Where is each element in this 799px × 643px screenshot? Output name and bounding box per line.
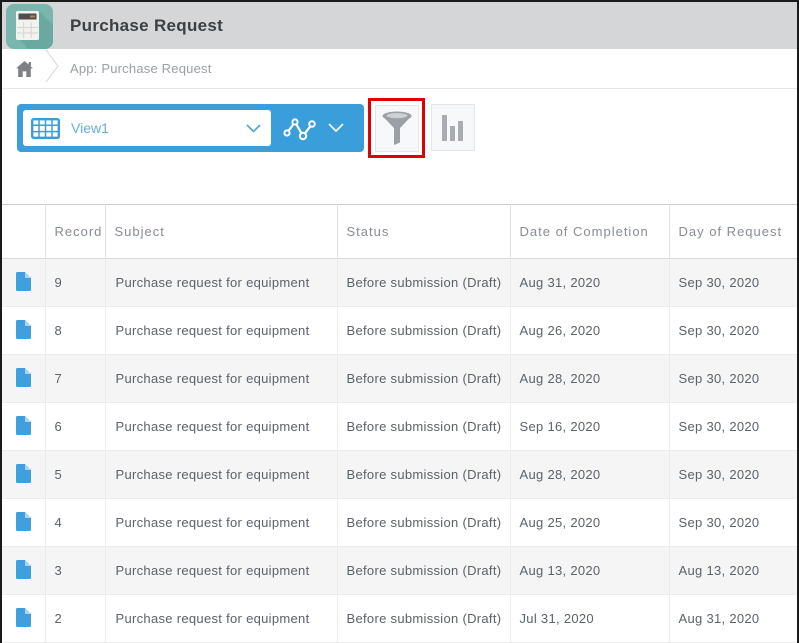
cell-subject: Purchase request for equipment — [105, 258, 338, 307]
cell-record: 8 — [45, 306, 106, 355]
breadcrumb: App: Purchase Request — [2, 49, 797, 89]
column-header-date-of-completion: Date of Completion — [510, 204, 670, 259]
cell-subject: Purchase request for equipment — [105, 354, 338, 403]
document-icon[interactable] — [15, 463, 31, 483]
chevron-down-icon — [246, 124, 261, 133]
filter-highlight-box — [368, 98, 425, 158]
cell-status: Before submission (Draft) — [337, 498, 511, 547]
table-row[interactable]: 9 Purchase request for equipment Before su… — [2, 258, 797, 307]
column-header-subject: Subject — [105, 204, 338, 259]
cell-day-of-request: Sep 30, 2020 — [669, 450, 797, 499]
cell-day-of-request: Sep 30, 2020 — [669, 306, 797, 355]
cell-status: Before submission (Draft) — [337, 258, 511, 307]
cell-date-of-completion: Jul 31, 2020 — [510, 594, 670, 643]
document-icon[interactable] — [15, 319, 31, 339]
cell-subject: Purchase request for equipment — [105, 498, 338, 547]
table-row[interactable]: 2 Purchase request for equipment Before su… — [2, 594, 797, 643]
table-row[interactable]: 3 Purchase request for equipment Before su… — [2, 546, 797, 595]
table-row[interactable]: 8 Purchase request for equipment Before su… — [2, 306, 797, 355]
breadcrumb-app-label[interactable]: App: Purchase Request — [70, 61, 212, 76]
cell-date-of-completion: Aug 31, 2020 — [510, 258, 670, 307]
document-icon[interactable] — [15, 367, 31, 387]
column-header-day-of-request: Day of Request — [669, 204, 797, 259]
cell-day-of-request: Aug 31, 2020 — [669, 594, 797, 643]
filter-button[interactable] — [374, 104, 419, 152]
cell-status: Before submission (Draft) — [337, 354, 511, 403]
cell-record: 5 — [45, 450, 106, 499]
table-row[interactable]: 4 Purchase request for equipment Before su… — [2, 498, 797, 547]
cell-record: 7 — [45, 354, 106, 403]
table-grid-icon — [31, 117, 60, 139]
chart-button[interactable] — [431, 104, 475, 151]
view-dropdown[interactable]: View1 — [23, 110, 271, 146]
table-row[interactable]: 7 Purchase request for equipment Before su… — [2, 354, 797, 403]
cell-date-of-completion: Aug 13, 2020 — [510, 546, 670, 595]
current-view-name: View1 — [71, 120, 109, 136]
graph-button[interactable] — [283, 115, 316, 142]
cell-date-of-completion: Sep 16, 2020 — [510, 402, 670, 451]
calculator-app-icon — [6, 3, 53, 49]
document-icon[interactable] — [15, 415, 31, 435]
cell-record: 3 — [45, 546, 106, 595]
home-icon[interactable] — [16, 60, 33, 77]
cell-record: 9 — [45, 258, 106, 307]
column-header-record: Record — [45, 204, 106, 259]
cell-record: 6 — [45, 402, 106, 451]
line-chart-icon — [283, 115, 316, 142]
document-icon[interactable] — [15, 607, 31, 627]
cell-day-of-request: Sep 30, 2020 — [669, 258, 797, 307]
column-header-status: Status — [337, 204, 511, 259]
graph-menu-chevron-icon[interactable] — [328, 123, 344, 133]
cell-day-of-request: Sep 30, 2020 — [669, 354, 797, 403]
toolbar: View1 — [2, 89, 797, 204]
cell-day-of-request: Sep 30, 2020 — [669, 402, 797, 451]
document-icon[interactable] — [15, 511, 31, 531]
records-table: Record Subject Status Date of Completion… — [2, 204, 797, 643]
cell-status: Before submission (Draft) — [337, 306, 511, 355]
cell-subject: Purchase request for equipment — [105, 450, 338, 499]
cell-subject: Purchase request for equipment — [105, 306, 338, 355]
cell-date-of-completion: Aug 25, 2020 — [510, 498, 670, 547]
cell-subject: Purchase request for equipment — [105, 594, 338, 643]
cell-date-of-completion: Aug 28, 2020 — [510, 450, 670, 499]
view-selector: View1 — [17, 104, 364, 152]
cell-status: Before submission (Draft) — [337, 402, 511, 451]
cell-status: Before submission (Draft) — [337, 594, 511, 643]
document-icon[interactable] — [15, 559, 31, 579]
cell-record: 2 — [45, 594, 106, 643]
cell-status: Before submission (Draft) — [337, 450, 511, 499]
table-body: 9 Purchase request for equipment Before su… — [2, 258, 797, 643]
cell-subject: Purchase request for equipment — [105, 402, 338, 451]
bar-chart-icon — [442, 114, 464, 142]
table-header-row: Record Subject Status Date of Completion… — [2, 204, 797, 259]
cell-day-of-request: Sep 30, 2020 — [669, 498, 797, 547]
cell-subject: Purchase request for equipment — [105, 546, 338, 595]
cell-date-of-completion: Aug 28, 2020 — [510, 354, 670, 403]
app-header: Purchase Request — [2, 2, 797, 49]
cell-status: Before submission (Draft) — [337, 546, 511, 595]
breadcrumb-separator-icon — [45, 49, 60, 88]
table-row[interactable]: 5 Purchase request for equipment Before su… — [2, 450, 797, 499]
column-header-icon — [2, 204, 46, 259]
page-title: Purchase Request — [70, 15, 224, 35]
table-row[interactable]: 6 Purchase request for equipment Before su… — [2, 402, 797, 451]
cell-record: 4 — [45, 498, 106, 547]
document-icon[interactable] — [15, 271, 31, 291]
cell-date-of-completion: Aug 26, 2020 — [510, 306, 670, 355]
funnel-icon — [382, 111, 412, 146]
cell-day-of-request: Aug 13, 2020 — [669, 546, 797, 595]
